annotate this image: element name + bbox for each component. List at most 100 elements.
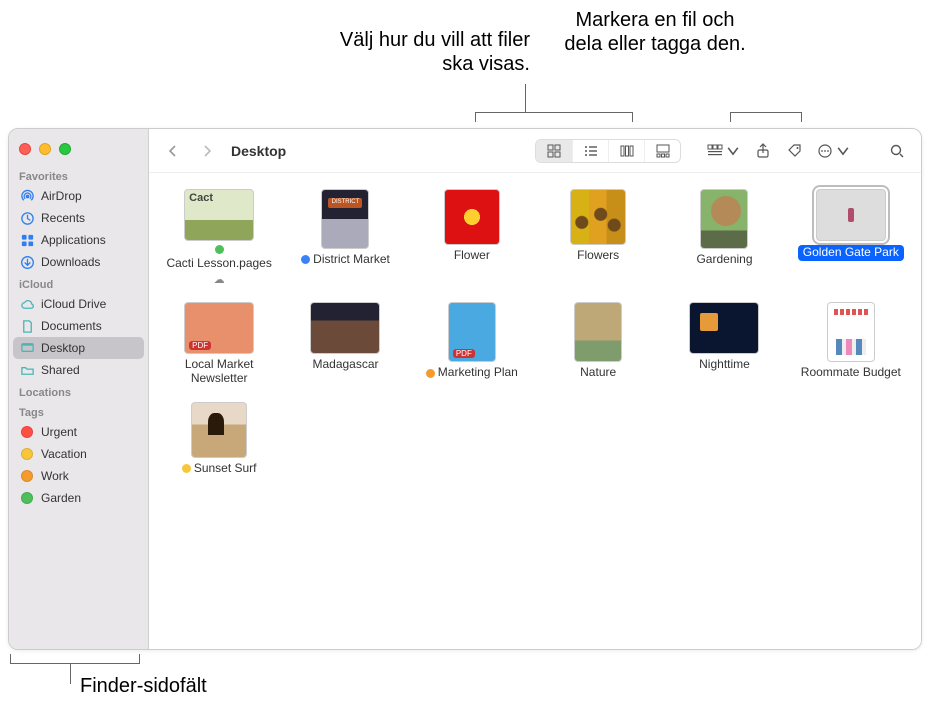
desktop-icon [19,340,35,356]
view-list-button[interactable] [572,140,608,162]
sidebar-item-garden[interactable]: Garden [9,487,148,509]
tag-dot-icon [19,446,35,462]
file-name-label: District Market [301,253,390,267]
close-window-button[interactable] [19,143,31,155]
file-item[interactable]: Local Market Newsletter [161,302,277,386]
sidebar-item-label: Documents [41,319,102,333]
file-thumbnail [448,302,496,362]
tags-button[interactable] [781,139,809,163]
finder-toolbar: Desktop [149,129,921,173]
file-item[interactable]: Nature [540,302,656,386]
sidebar-item-label: Vacation [41,447,87,461]
apps-icon [19,232,35,248]
file-thumbnail [700,189,748,249]
sidebar-item-shared[interactable]: Shared [9,359,148,381]
view-icon-button[interactable] [536,140,572,162]
file-thumbnail [816,189,886,241]
minimize-window-button[interactable] [39,143,51,155]
sidebar-item-label: Urgent [41,425,77,439]
sidebar-item-label: Work [41,469,69,483]
download-icon [19,254,35,270]
group-by-button[interactable] [703,139,745,163]
file-thumbnail [574,302,622,362]
forward-button[interactable] [193,139,221,163]
sidebar-item-recents[interactable]: Recents [9,207,148,229]
file-item[interactable]: Cacti Lesson.pages☁︎ [161,189,277,286]
annotation-share-hint: Markera en fil och dela eller tagga den. [555,8,755,56]
finder-main: Desktop [149,129,921,649]
sidebar-section-tags: Tags [9,401,148,421]
file-grid[interactable]: Cacti Lesson.pages☁︎ District Market Flowe… [149,173,921,649]
back-button[interactable] [159,139,187,163]
file-item[interactable]: Sunset Surf [161,402,277,476]
file-name-label: Gardening [696,253,752,267]
sidebar-item-label: Desktop [41,341,85,355]
file-thumbnail [570,189,626,245]
file-tag-dot [426,369,435,378]
file-item[interactable]: Flower [414,189,530,286]
file-name-label: Flowers [577,249,619,263]
sidebar-item-label: iCloud Drive [41,297,106,311]
file-name-label: Flower [454,249,490,263]
file-item[interactable]: Marketing Plan [414,302,530,386]
view-column-button[interactable] [608,140,644,162]
file-item[interactable]: Golden Gate Park [793,189,909,286]
sidebar-item-desktop[interactable]: Desktop [13,337,144,359]
sidebar-item-work[interactable]: Work [9,465,148,487]
file-name-label: Roommate Budget [801,366,901,380]
more-actions-button[interactable] [813,139,855,163]
fullscreen-window-button[interactable] [59,143,71,155]
sidebar-item-label: Applications [41,233,106,247]
clock-icon [19,210,35,226]
sidebar-item-label: AirDrop [41,189,82,203]
file-thumbnail [444,189,500,245]
sidebar-item-applications[interactable]: Applications [9,229,148,251]
file-name-label: Nighttime [699,358,750,372]
sidebar-item-label: Recents [41,211,85,225]
tag-dot-icon [19,490,35,506]
sidebar-item-documents[interactable]: Documents [9,315,148,337]
sidebar-section-favorites: Favorites [9,165,148,185]
finder-sidebar: Favorites AirDrop Recents Applications Down… [9,129,149,649]
window-title: Desktop [231,143,286,159]
file-item[interactable]: Roommate Budget [793,302,909,386]
sidebar-item-airdrop[interactable]: AirDrop [9,185,148,207]
file-thumbnail [321,189,369,249]
cloud-icon [19,296,35,312]
file-tag-dot [182,464,191,473]
cloud-download-icon: ☁︎ [214,274,225,287]
file-thumbnail [689,302,759,354]
view-mode-segmented [535,139,681,163]
file-item[interactable]: Gardening [666,189,782,286]
finder-window: Favorites AirDrop Recents Applications Down… [8,128,922,650]
doc-icon [19,318,35,334]
file-item[interactable]: Flowers [540,189,656,286]
sidebar-item-icloud-drive[interactable]: iCloud Drive [9,293,148,315]
file-name-label: Marketing Plan [426,366,518,380]
sidebar-section-icloud: iCloud [9,273,148,293]
sidebar-item-label: Shared [41,363,80,377]
sidebar-item-vacation[interactable]: Vacation [9,443,148,465]
file-name-label: Nature [580,366,616,380]
sidebar-item-downloads[interactable]: Downloads [9,251,148,273]
file-name-label: Cacti Lesson.pages☁︎ [161,245,277,286]
file-name-label: Golden Gate Park [798,245,904,261]
file-item[interactable]: Madagascar [287,302,403,386]
file-tag-dot [215,245,224,254]
file-item[interactable]: District Market [287,189,403,286]
file-name-label: Local Market Newsletter [161,358,277,386]
file-tag-dot [301,255,310,264]
airdrop-icon [19,188,35,204]
annotation-sidebar-hint: Finder-sidofält [80,674,207,698]
file-thumbnail [184,189,254,241]
sidebar-item-urgent[interactable]: Urgent [9,421,148,443]
view-gallery-button[interactable] [644,140,680,162]
search-button[interactable] [883,139,911,163]
sidebar-section-locations: Locations [9,381,148,401]
file-item[interactable]: Nighttime [666,302,782,386]
share-button[interactable] [749,139,777,163]
tag-dot-icon [19,468,35,484]
file-thumbnail [191,402,247,458]
tag-dot-icon [19,424,35,440]
file-thumbnail [184,302,254,354]
